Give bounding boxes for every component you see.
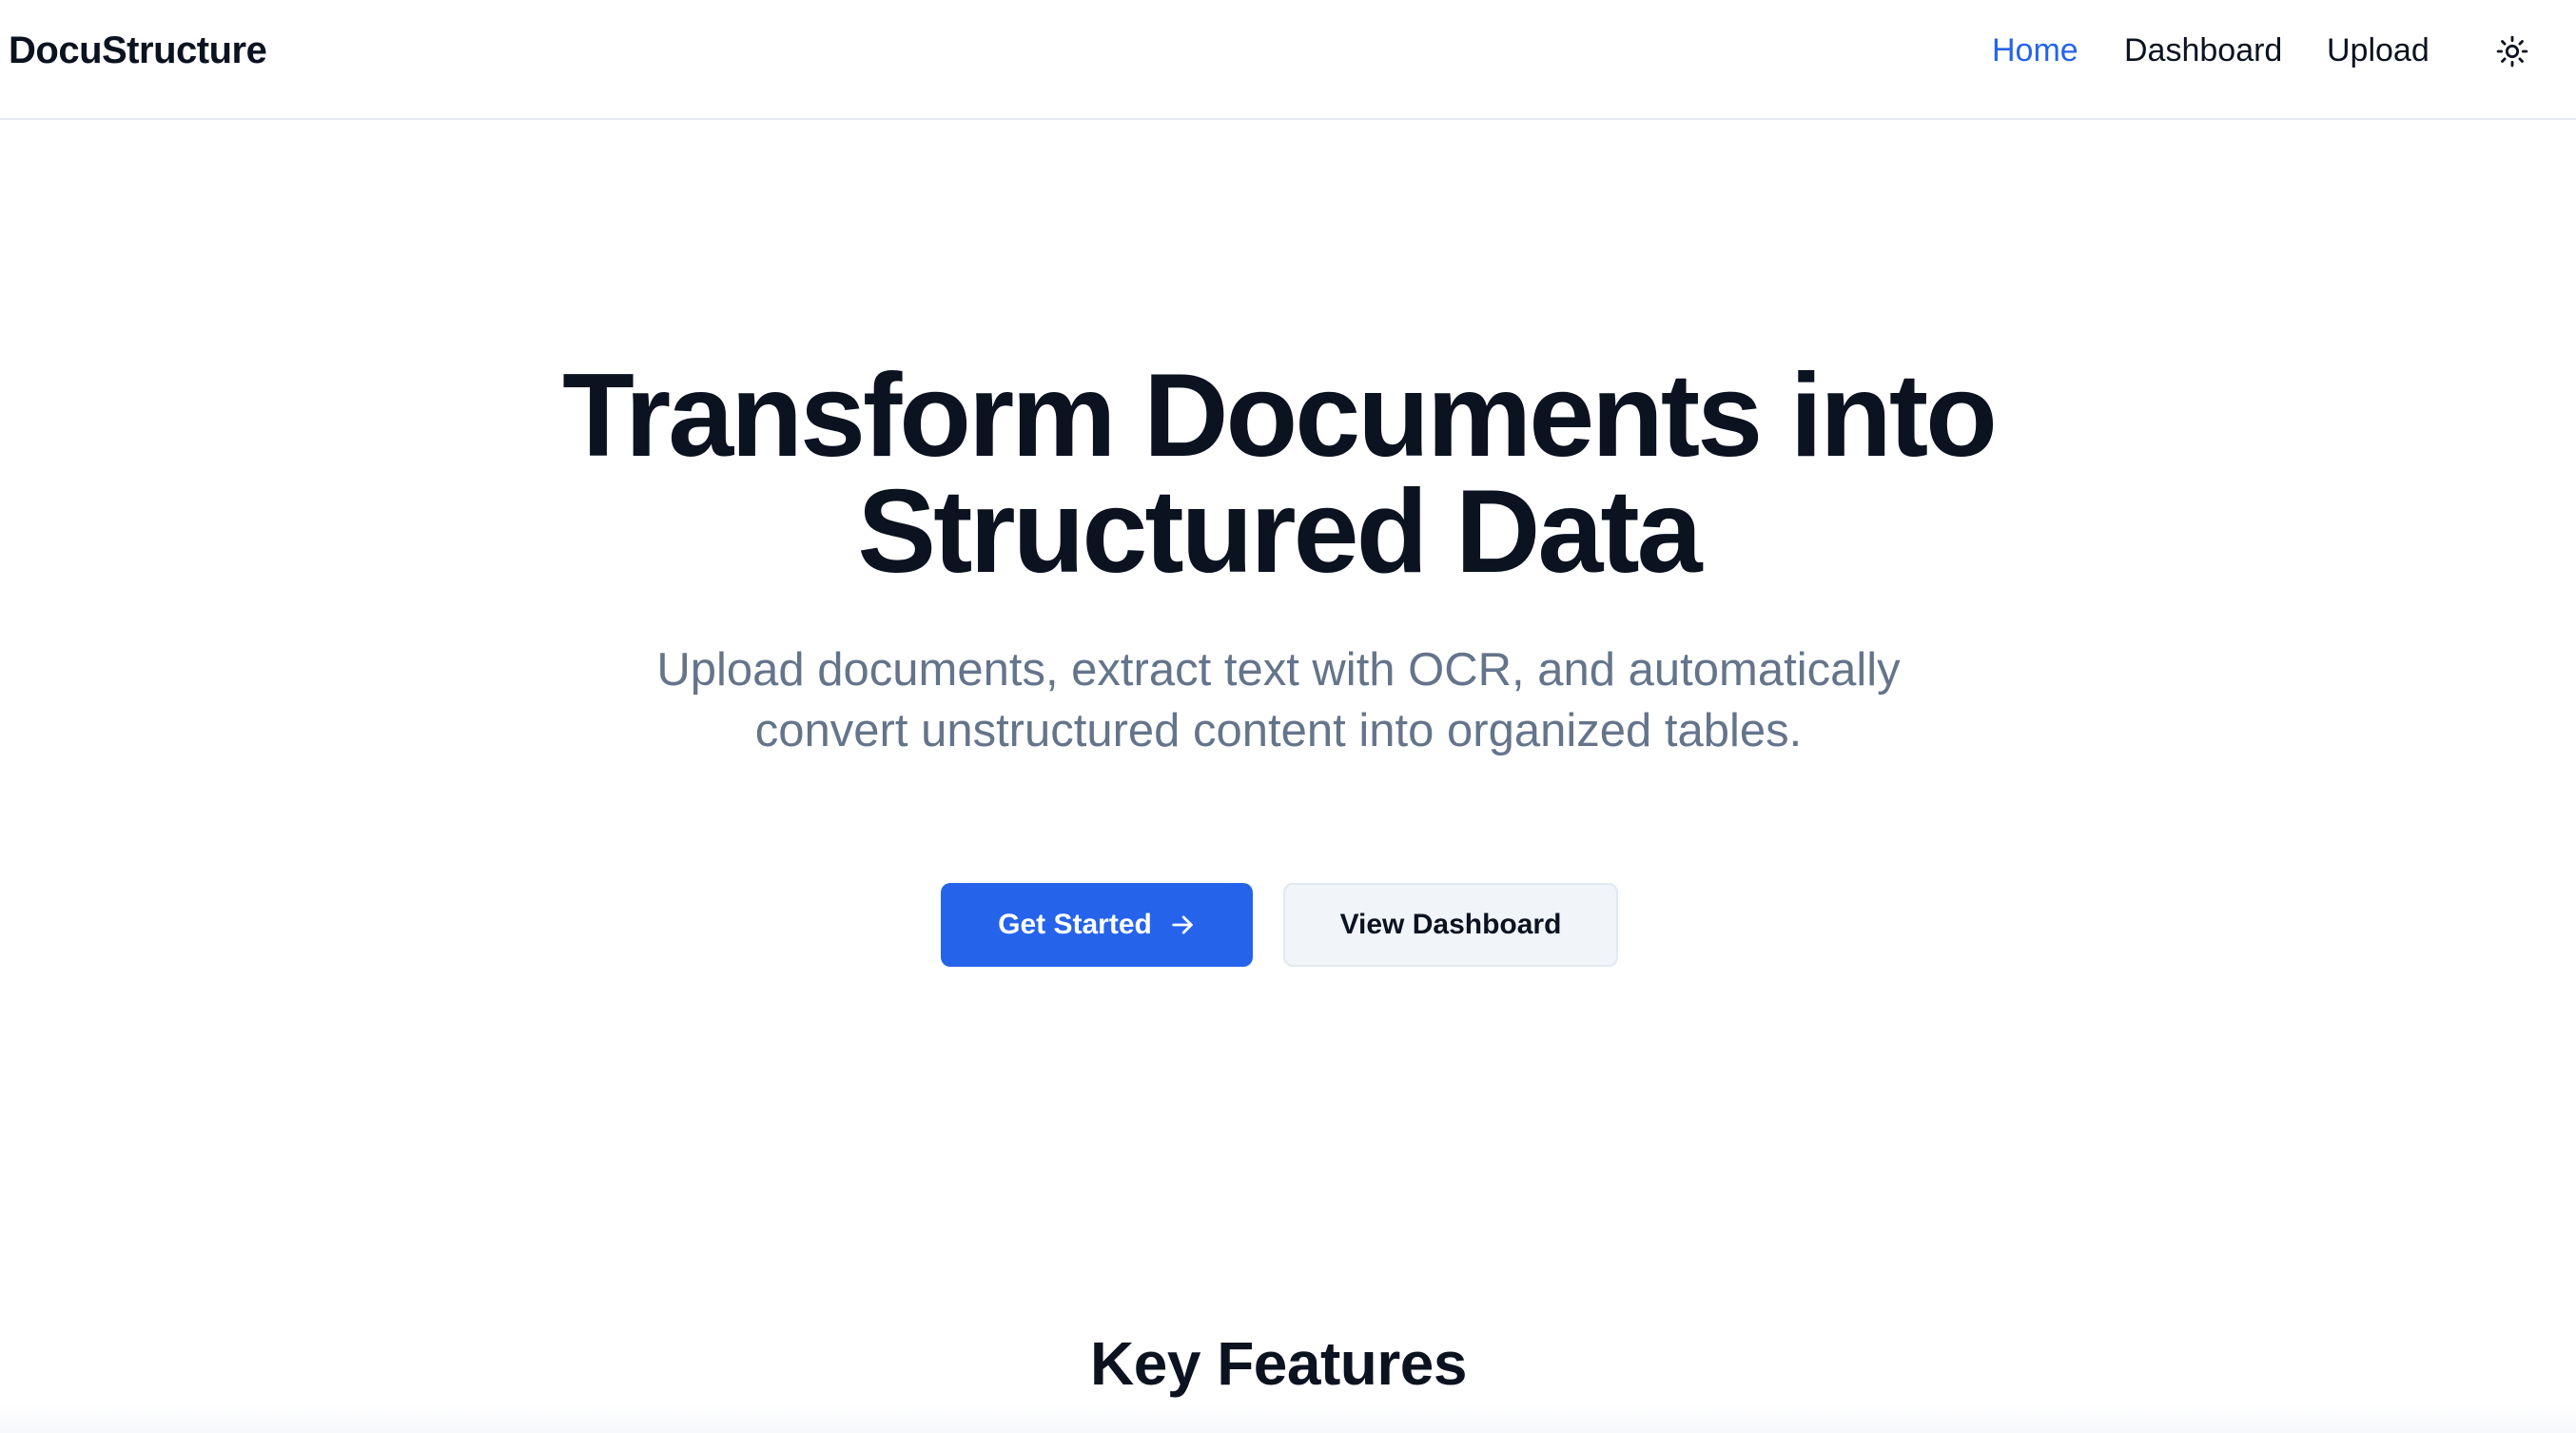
key-features-heading: Key Features <box>1090 1329 1467 1398</box>
hero-title-line-2: Structured Data <box>857 466 1702 598</box>
arrow-right-icon <box>1172 915 1193 934</box>
get-started-button[interactable]: Get Started <box>941 883 1253 967</box>
hero-title: Transform Documents into Structured Data <box>0 350 2557 598</box>
hero-subtitle: Upload documents, extract text with OCR,… <box>656 644 1901 756</box>
get-started-label: Get Started <box>998 909 1152 940</box>
feature-cards-shadow <box>0 1404 2576 1433</box>
nav-upload-link[interactable]: Upload <box>2327 25 2430 76</box>
main-navigation: Home Dashboard Upload <box>0 25 2576 76</box>
hero-title-line-1: Transform Documents into <box>562 350 1998 481</box>
sun-icon <box>2496 35 2528 68</box>
nav-dashboard-link[interactable]: Dashboard <box>2124 25 2282 76</box>
site-header: DocuStructure Home Dashboard Upload <box>0 0 2576 120</box>
theme-toggle-button[interactable] <box>2488 27 2537 76</box>
view-dashboard-button[interactable]: View Dashboard <box>1283 883 1618 967</box>
nav-home-link[interactable]: Home <box>1992 25 2078 76</box>
